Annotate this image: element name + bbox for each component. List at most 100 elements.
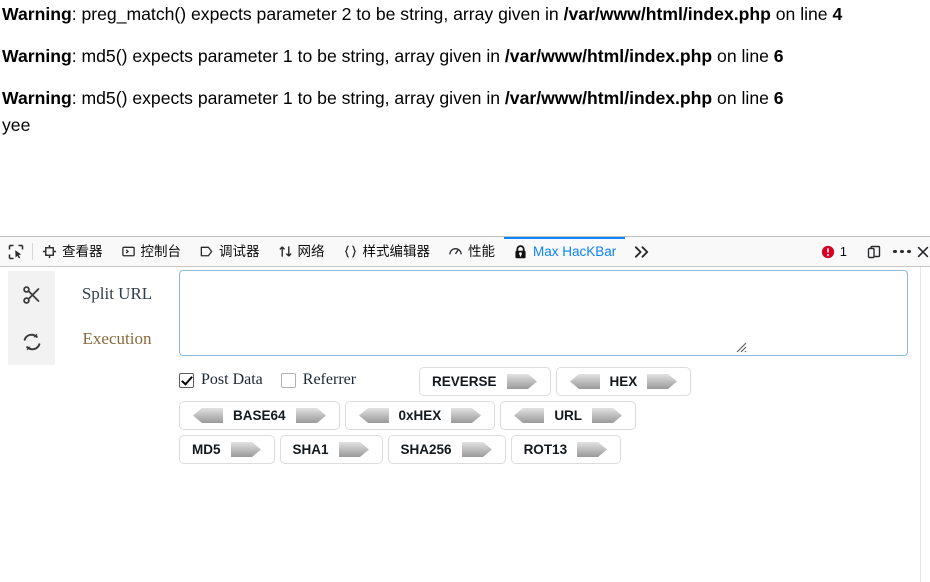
encoder-button-row: BASE64 0xHEX URL xyxy=(179,401,691,430)
base64-button[interactable]: BASE64 xyxy=(179,401,340,430)
panel-scrollbar[interactable] xyxy=(920,267,921,582)
warning-file: /var/www/html/index.php xyxy=(563,4,771,24)
warning-file: /var/www/html/index.php xyxy=(504,46,713,66)
tab-inspector[interactable]: 查看器 xyxy=(33,237,112,266)
chevron-double-right-icon xyxy=(635,245,649,258)
hackbar-panel: Split URL Execution Post Data Referrer R… xyxy=(0,267,930,582)
tab-label: 样式编辑器 xyxy=(362,243,431,259)
reverse-button[interactable]: REVERSE xyxy=(419,367,551,396)
inspector-icon xyxy=(42,244,57,259)
tab-console[interactable]: 控制台 xyxy=(112,237,191,266)
arrow-right-icon xyxy=(338,442,369,457)
tab-max-hackbar[interactable]: Max HacKBar xyxy=(504,237,626,266)
warning-line-number: 6 xyxy=(773,46,784,66)
devtools-tabs: 查看器 控制台 调试器 网络 样式编辑器 性能 Max HacKBar xyxy=(33,237,660,266)
warning-file: /var/www/html/index.php xyxy=(504,88,713,108)
execution-label: Execution xyxy=(82,329,152,348)
error-icon xyxy=(821,245,834,258)
button-label: MD5 xyxy=(192,442,221,457)
warning-message: : preg_match() expects parameter 2 to be… xyxy=(71,4,564,24)
warning-line-number: 4 xyxy=(832,4,843,24)
sha256-button[interactable]: SHA256 xyxy=(387,435,506,464)
error-count: 1 xyxy=(839,244,847,259)
button-label: SHA256 xyxy=(400,442,452,457)
button-label: 0xHEX xyxy=(398,408,442,423)
warning-label: Warning xyxy=(2,46,72,66)
tabs-overflow-button[interactable] xyxy=(625,237,660,266)
arrow-left-icon xyxy=(569,374,600,389)
tab-label: 查看器 xyxy=(62,243,103,259)
hackbar-encoder-buttons: REVERSE HEX BASE64 0xHEX URL MD5 SHA1 SH… xyxy=(179,367,692,469)
button-label: URL xyxy=(554,408,583,423)
url-encode-button[interactable]: URL xyxy=(500,401,637,430)
arrow-left-icon xyxy=(193,408,223,423)
arrow-right-icon xyxy=(577,442,608,457)
warning-on-line: on line xyxy=(712,88,774,108)
screenshot-root: Warning: preg_match() expects parameter … xyxy=(0,0,930,582)
button-label: BASE64 xyxy=(233,408,286,423)
style-editor-icon xyxy=(344,245,356,258)
warning-on-line: on line xyxy=(770,4,833,24)
devtools-panel: 查看器 控制台 调试器 网络 样式编辑器 性能 Max HacKBar 1 Sp… xyxy=(0,236,930,582)
tab-label: 性能 xyxy=(468,243,495,259)
debugger-icon xyxy=(200,246,213,257)
php-output-area: Warning: preg_match() expects parameter … xyxy=(0,0,930,236)
button-label: HEX xyxy=(609,374,638,389)
arrow-left-icon xyxy=(358,408,389,423)
refresh-icon xyxy=(23,332,40,351)
execution-button[interactable] xyxy=(8,318,55,365)
url-input[interactable] xyxy=(179,270,908,356)
warning-label: Warning xyxy=(2,88,72,108)
0xhex-button[interactable]: 0xHEX xyxy=(344,401,496,430)
dock-panel-icon xyxy=(867,245,881,258)
tab-label: 网络 xyxy=(297,243,325,259)
arrow-left-icon xyxy=(514,408,545,423)
more-options-icon xyxy=(893,249,911,254)
tab-label: 调试器 xyxy=(219,243,260,259)
hackbar-action-rail xyxy=(8,271,55,365)
php-output-text: yee xyxy=(2,115,31,135)
warning-message: : md5() expects parameter 1 to be string… xyxy=(71,46,505,66)
arrow-right-icon xyxy=(506,374,537,389)
rot13-button[interactable]: ROT13 xyxy=(510,435,622,464)
close-devtools-button[interactable] xyxy=(916,245,930,259)
php-warning: Warning: md5() expects parameter 1 to be… xyxy=(0,44,930,69)
arrow-right-icon xyxy=(592,408,623,423)
php-warning: Warning: preg_match() expects parameter … xyxy=(0,2,930,27)
arrow-right-icon xyxy=(295,408,326,423)
dock-position-button[interactable] xyxy=(860,244,888,260)
hex-button[interactable]: HEX xyxy=(555,367,692,396)
warning-label: Warning xyxy=(2,4,72,24)
md5-button[interactable]: MD5 xyxy=(179,435,275,464)
devtools-toolbar: 查看器 控制台 调试器 网络 样式编辑器 性能 Max HacKBar 1 xyxy=(0,237,930,267)
encoder-button-row: REVERSE HEX xyxy=(419,367,692,396)
scissors-icon xyxy=(22,285,39,304)
button-label: SHA1 xyxy=(292,442,329,457)
button-label: REVERSE xyxy=(432,374,497,389)
tab-network[interactable]: 网络 xyxy=(269,237,334,266)
arrow-right-icon xyxy=(461,442,492,457)
tab-debugger[interactable]: 调试器 xyxy=(190,237,269,266)
lock-icon xyxy=(515,244,526,258)
warning-message: : md5() expects parameter 1 to be string… xyxy=(71,88,505,108)
arrow-right-icon xyxy=(647,374,678,389)
split-url-button[interactable] xyxy=(8,271,55,318)
console-icon xyxy=(121,246,135,257)
button-label: ROT13 xyxy=(523,442,568,457)
network-icon xyxy=(278,246,292,257)
tab-style-editor[interactable]: 样式编辑器 xyxy=(334,237,440,266)
sha1-button[interactable]: SHA1 xyxy=(279,435,383,464)
error-count-badge[interactable]: 1 xyxy=(813,244,859,259)
element-picker-icon xyxy=(8,244,24,259)
tab-label: 控制台 xyxy=(140,243,182,259)
tab-performance[interactable]: 性能 xyxy=(439,237,504,266)
warning-on-line: on line xyxy=(712,46,774,66)
arrow-right-icon xyxy=(451,408,482,423)
php-warning: Warning: md5() expects parameter 1 to be… xyxy=(0,86,930,111)
element-picker-button[interactable] xyxy=(0,237,32,266)
devtools-settings-menu-button[interactable] xyxy=(888,249,916,254)
toolbar-right-controls: 1 xyxy=(813,237,930,266)
tab-label: Max HacKBar xyxy=(533,243,617,259)
hash-button-row: MD5 SHA1 SHA256 ROT13 xyxy=(179,435,691,464)
split-url-label: Split URL xyxy=(81,284,153,303)
